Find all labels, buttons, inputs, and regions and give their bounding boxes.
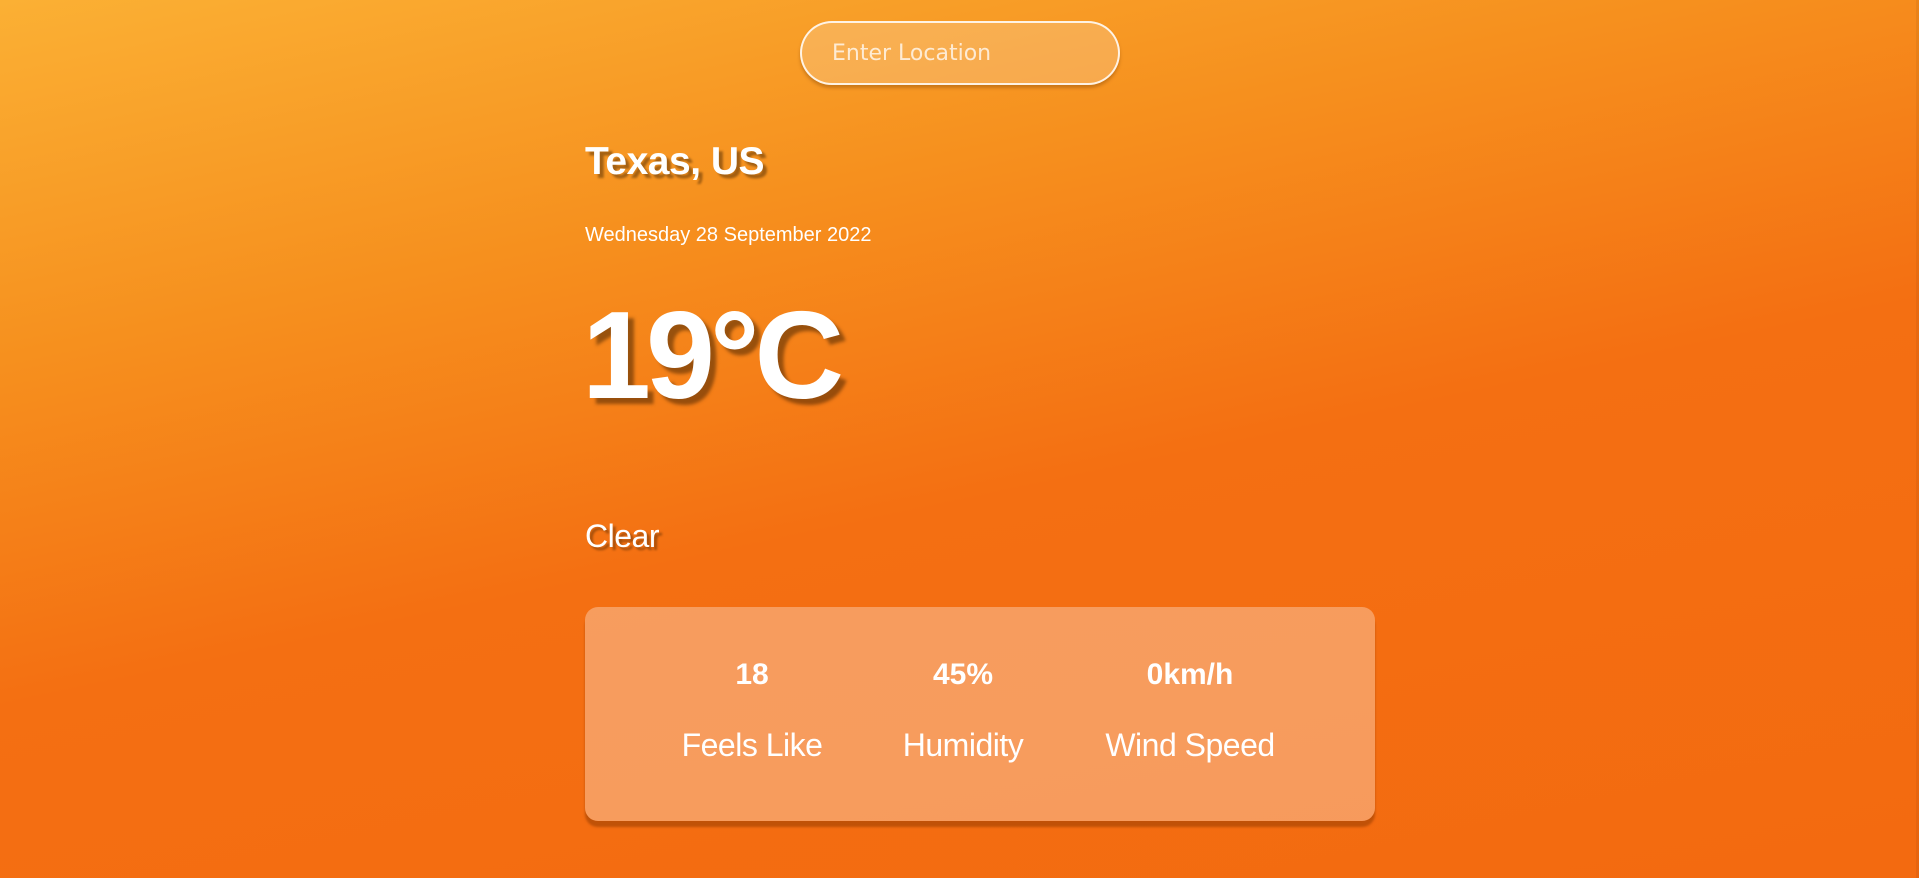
weather-condition: Clear — [585, 518, 659, 554]
weather-stats-card: 18 Feels Like 45% Humidity 0km/h Wind Sp… — [585, 607, 1375, 821]
humidity-value: 45% — [932, 658, 994, 691]
search-bar — [800, 21, 1120, 85]
feels-like-value: 18 — [735, 658, 769, 691]
wind-speed-label: Wind Speed — [1105, 727, 1275, 763]
current-date: Wednesday 28 September 2022 — [585, 224, 872, 246]
feels-like-label: Feels Like — [681, 727, 823, 763]
location-name: Texas, US — [585, 140, 765, 183]
location-search-input[interactable] — [800, 21, 1120, 85]
current-temperature: 19°C — [582, 287, 844, 425]
wind-speed-value: 0km/h — [1146, 658, 1234, 691]
stat-feels-like: 18 Feels Like — [682, 657, 823, 763]
stat-humidity: 45% Humidity — [902, 657, 1024, 763]
humidity-label: Humidity — [902, 727, 1024, 763]
stat-wind-speed: 0km/h Wind Speed — [1105, 657, 1275, 763]
